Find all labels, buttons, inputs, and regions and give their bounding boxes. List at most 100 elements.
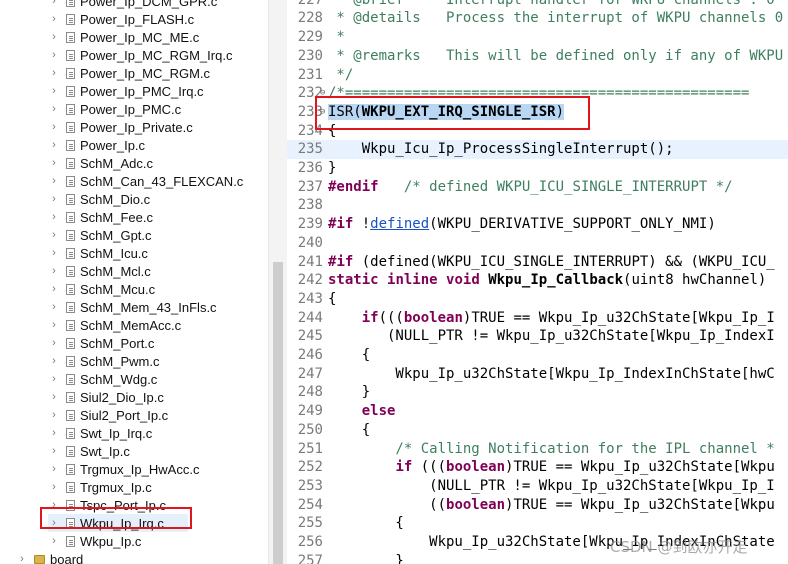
expand-chevron-icon[interactable]: › bbox=[48, 391, 60, 403]
tree-file-item[interactable]: › Swt_Ip_Irq.c bbox=[48, 424, 152, 442]
expand-chevron-icon[interactable]: › bbox=[48, 67, 60, 79]
expand-chevron-icon[interactable]: › bbox=[48, 247, 60, 259]
expand-chevron-icon[interactable]: › bbox=[48, 427, 60, 439]
code-line[interactable]: 254 ((boolean)TRUE == Wkpu_Ip_u32ChState… bbox=[287, 496, 788, 515]
code-line[interactable]: 253 (NULL_PTR != Wkpu_Ip_u32ChState[Wkpu… bbox=[287, 477, 788, 496]
code-line[interactable]: 247 Wkpu_Ip_u32ChState[Wkpu_Ip_IndexInCh… bbox=[287, 365, 788, 384]
code-line[interactable]: 250 { bbox=[287, 421, 788, 440]
expand-chevron-icon[interactable]: › bbox=[48, 175, 60, 187]
tree-file-item[interactable]: › Power_Ip_MC_RGM.c bbox=[48, 64, 210, 82]
code-line[interactable]: 252 if (((boolean)TRUE == Wkpu_Ip_u32ChS… bbox=[287, 458, 788, 477]
code-line[interactable]: 238 bbox=[287, 196, 788, 215]
explorer-scrollbar[interactable] bbox=[268, 0, 287, 564]
code-line[interactable]: 237 #endif /* defined WKPU_ICU_SINGLE_INT… bbox=[287, 178, 788, 197]
expand-chevron-icon[interactable]: › bbox=[48, 85, 60, 97]
expand-chevron-icon[interactable]: › bbox=[48, 337, 60, 349]
code-editor[interactable]: 227 * @brief Interrupt handler for WKPU … bbox=[287, 0, 788, 564]
tree-file-item[interactable]: › Wkpu_Ip.c bbox=[48, 532, 141, 550]
expand-chevron-icon[interactable]: › bbox=[48, 193, 60, 205]
expand-chevron-icon[interactable]: › bbox=[48, 157, 60, 169]
tree-file-item[interactable]: › SchM_Fee.c bbox=[48, 208, 153, 226]
tree-file-item[interactable]: › Siul2_Dio_Ip.c bbox=[48, 388, 164, 406]
expand-chevron-icon[interactable]: › bbox=[48, 13, 60, 25]
tree-file-item[interactable]: › Power_Ip_MC_RGM_Irq.c bbox=[48, 46, 232, 64]
expand-chevron-icon[interactable]: › bbox=[48, 31, 60, 43]
highlight-box-file bbox=[40, 507, 192, 529]
code-line[interactable]: 229 * bbox=[287, 28, 788, 47]
code-line[interactable]: 227 * @brief Interrupt handler for WKPU … bbox=[287, 0, 788, 9]
code-line[interactable]: 236} bbox=[287, 159, 788, 178]
code-line[interactable]: 230 * @remarks This will be defined only… bbox=[287, 47, 788, 66]
expand-chevron-icon[interactable]: › bbox=[48, 49, 60, 61]
expand-chevron-icon[interactable]: › bbox=[48, 301, 60, 313]
code-line[interactable]: 240 bbox=[287, 234, 788, 253]
expand-chevron-icon[interactable]: › bbox=[48, 139, 60, 151]
tree-file-item[interactable]: › Power_Ip.c bbox=[48, 136, 145, 154]
expand-chevron-icon[interactable]: › bbox=[48, 481, 60, 493]
expand-chevron-icon[interactable]: › bbox=[48, 121, 60, 133]
scrollbar-thumb[interactable] bbox=[273, 262, 283, 564]
tree-folder-item[interactable]: › board bbox=[16, 550, 83, 564]
code-line[interactable]: 243 { bbox=[287, 290, 788, 309]
tree-file-item[interactable]: › Power_Ip_MC_ME.c bbox=[48, 28, 199, 46]
tree-file-item[interactable]: › SchM_Mem_43_InFls.c bbox=[48, 298, 217, 316]
code-line[interactable]: 251 /* Calling Notification for the IPL … bbox=[287, 440, 788, 459]
tree-file-item[interactable]: › Power_Ip_FLASH.c bbox=[48, 10, 194, 28]
tree-file-item[interactable]: › Power_Ip_PMC.c bbox=[48, 100, 181, 118]
tree-file-item[interactable]: › Siul2_Port_Ip.c bbox=[48, 406, 168, 424]
expand-chevron-icon[interactable]: › bbox=[48, 355, 60, 367]
tree-file-item[interactable]: › SchM_Gpt.c bbox=[48, 226, 151, 244]
tree-item-label: SchM_MemAcc.c bbox=[80, 317, 182, 333]
tree-item-label: Power_Ip_Private.c bbox=[80, 119, 193, 135]
expand-chevron-icon[interactable]: › bbox=[16, 553, 28, 564]
code-text: ((boolean)TRUE == Wkpu_Ip_u32ChState[Wkp… bbox=[328, 496, 775, 513]
expand-chevron-icon[interactable]: › bbox=[48, 0, 60, 7]
c-file-icon bbox=[66, 0, 75, 7]
expand-chevron-icon[interactable]: › bbox=[48, 409, 60, 421]
expand-chevron-icon[interactable]: › bbox=[48, 373, 60, 385]
code-line[interactable]: 235 Wkpu_Icu_Ip_ProcessSingleInterrupt()… bbox=[287, 140, 788, 159]
code-line[interactable]: 246 { bbox=[287, 346, 788, 365]
code-line[interactable]: 255 { bbox=[287, 514, 788, 533]
tree-file-item[interactable]: › SchM_MemAcc.c bbox=[48, 316, 181, 334]
code-line[interactable]: 242 static inline void Wkpu_Ip_Callback(u… bbox=[287, 271, 788, 290]
expand-chevron-icon[interactable]: › bbox=[48, 463, 60, 475]
tree-file-item[interactable]: › SchM_Mcl.c bbox=[48, 262, 151, 280]
expand-chevron-icon[interactable]: › bbox=[48, 103, 60, 115]
code-text: (NULL_PTR != Wkpu_Ip_u32ChState[Wkpu_Ip_… bbox=[328, 477, 775, 494]
tree-file-item[interactable]: › SchM_Wdg.c bbox=[48, 370, 157, 388]
expand-chevron-icon[interactable]: › bbox=[48, 265, 60, 277]
tree-file-item[interactable]: › SchM_Pwm.c bbox=[48, 352, 159, 370]
line-number: 236 bbox=[297, 160, 323, 176]
tree-file-item[interactable]: › SchM_Icu.c bbox=[48, 244, 148, 262]
code-line[interactable]: 245 (NULL_PTR != Wkpu_Ip_u32ChState[Wkpu… bbox=[287, 327, 788, 346]
code-line[interactable]: 249 else bbox=[287, 402, 788, 421]
tree-file-item[interactable]: › SchM_Adc.c bbox=[48, 154, 153, 172]
tree-file-item[interactable]: › Power_Ip_PMC_Irq.c bbox=[48, 82, 203, 100]
tree-file-item[interactable]: › Trgmux_Ip.c bbox=[48, 478, 152, 496]
tree-file-item[interactable]: › SchM_Port.c bbox=[48, 334, 154, 352]
expand-chevron-icon[interactable]: › bbox=[48, 283, 60, 295]
expand-chevron-icon[interactable]: › bbox=[48, 211, 60, 223]
code-line[interactable]: 228 * @details Process the interrupt of … bbox=[287, 9, 788, 28]
expand-chevron-icon[interactable]: › bbox=[48, 445, 60, 457]
code-line[interactable]: 239 #if !defined(WKPU_DERIVATIVE_SUPPORT_… bbox=[287, 215, 788, 234]
tree-file-item[interactable]: › SchM_Mcu.c bbox=[48, 280, 155, 298]
tree-file-item[interactable]: › SchM_Can_43_FLEXCAN.c bbox=[48, 172, 243, 190]
code-text: * @details Process the interrupt of WKPU… bbox=[328, 10, 784, 27]
code-line[interactable]: 244 if(((boolean)TRUE == Wkpu_Ip_u32ChSt… bbox=[287, 309, 788, 328]
tree-file-item[interactable]: › Power_Ip_Private.c bbox=[48, 118, 193, 136]
code-line[interactable]: 248 } bbox=[287, 383, 788, 402]
expand-chevron-icon[interactable]: › bbox=[48, 319, 60, 331]
tree-file-item[interactable]: › Swt_Ip.c bbox=[48, 442, 130, 460]
c-file-icon bbox=[66, 355, 75, 367]
tree-file-item[interactable]: › Power_Ip_DCM_GPR.c bbox=[48, 0, 217, 10]
expand-chevron-icon[interactable]: › bbox=[48, 535, 60, 547]
tree-item-label: SchM_Mem_43_InFls.c bbox=[80, 299, 217, 315]
expand-chevron-icon[interactable]: › bbox=[48, 229, 60, 241]
tree-file-item[interactable]: › SchM_Dio.c bbox=[48, 190, 150, 208]
code-text: #endif /* defined WKPU_ICU_SINGLE_INTERR… bbox=[328, 178, 733, 195]
code-line[interactable]: 241 #if (defined(WKPU_ICU_SINGLE_INTERRUP… bbox=[287, 253, 788, 272]
tree-file-item[interactable]: › Trgmux_Ip_HwAcc.c bbox=[48, 460, 199, 478]
code-line[interactable]: 231 */ bbox=[287, 66, 788, 85]
